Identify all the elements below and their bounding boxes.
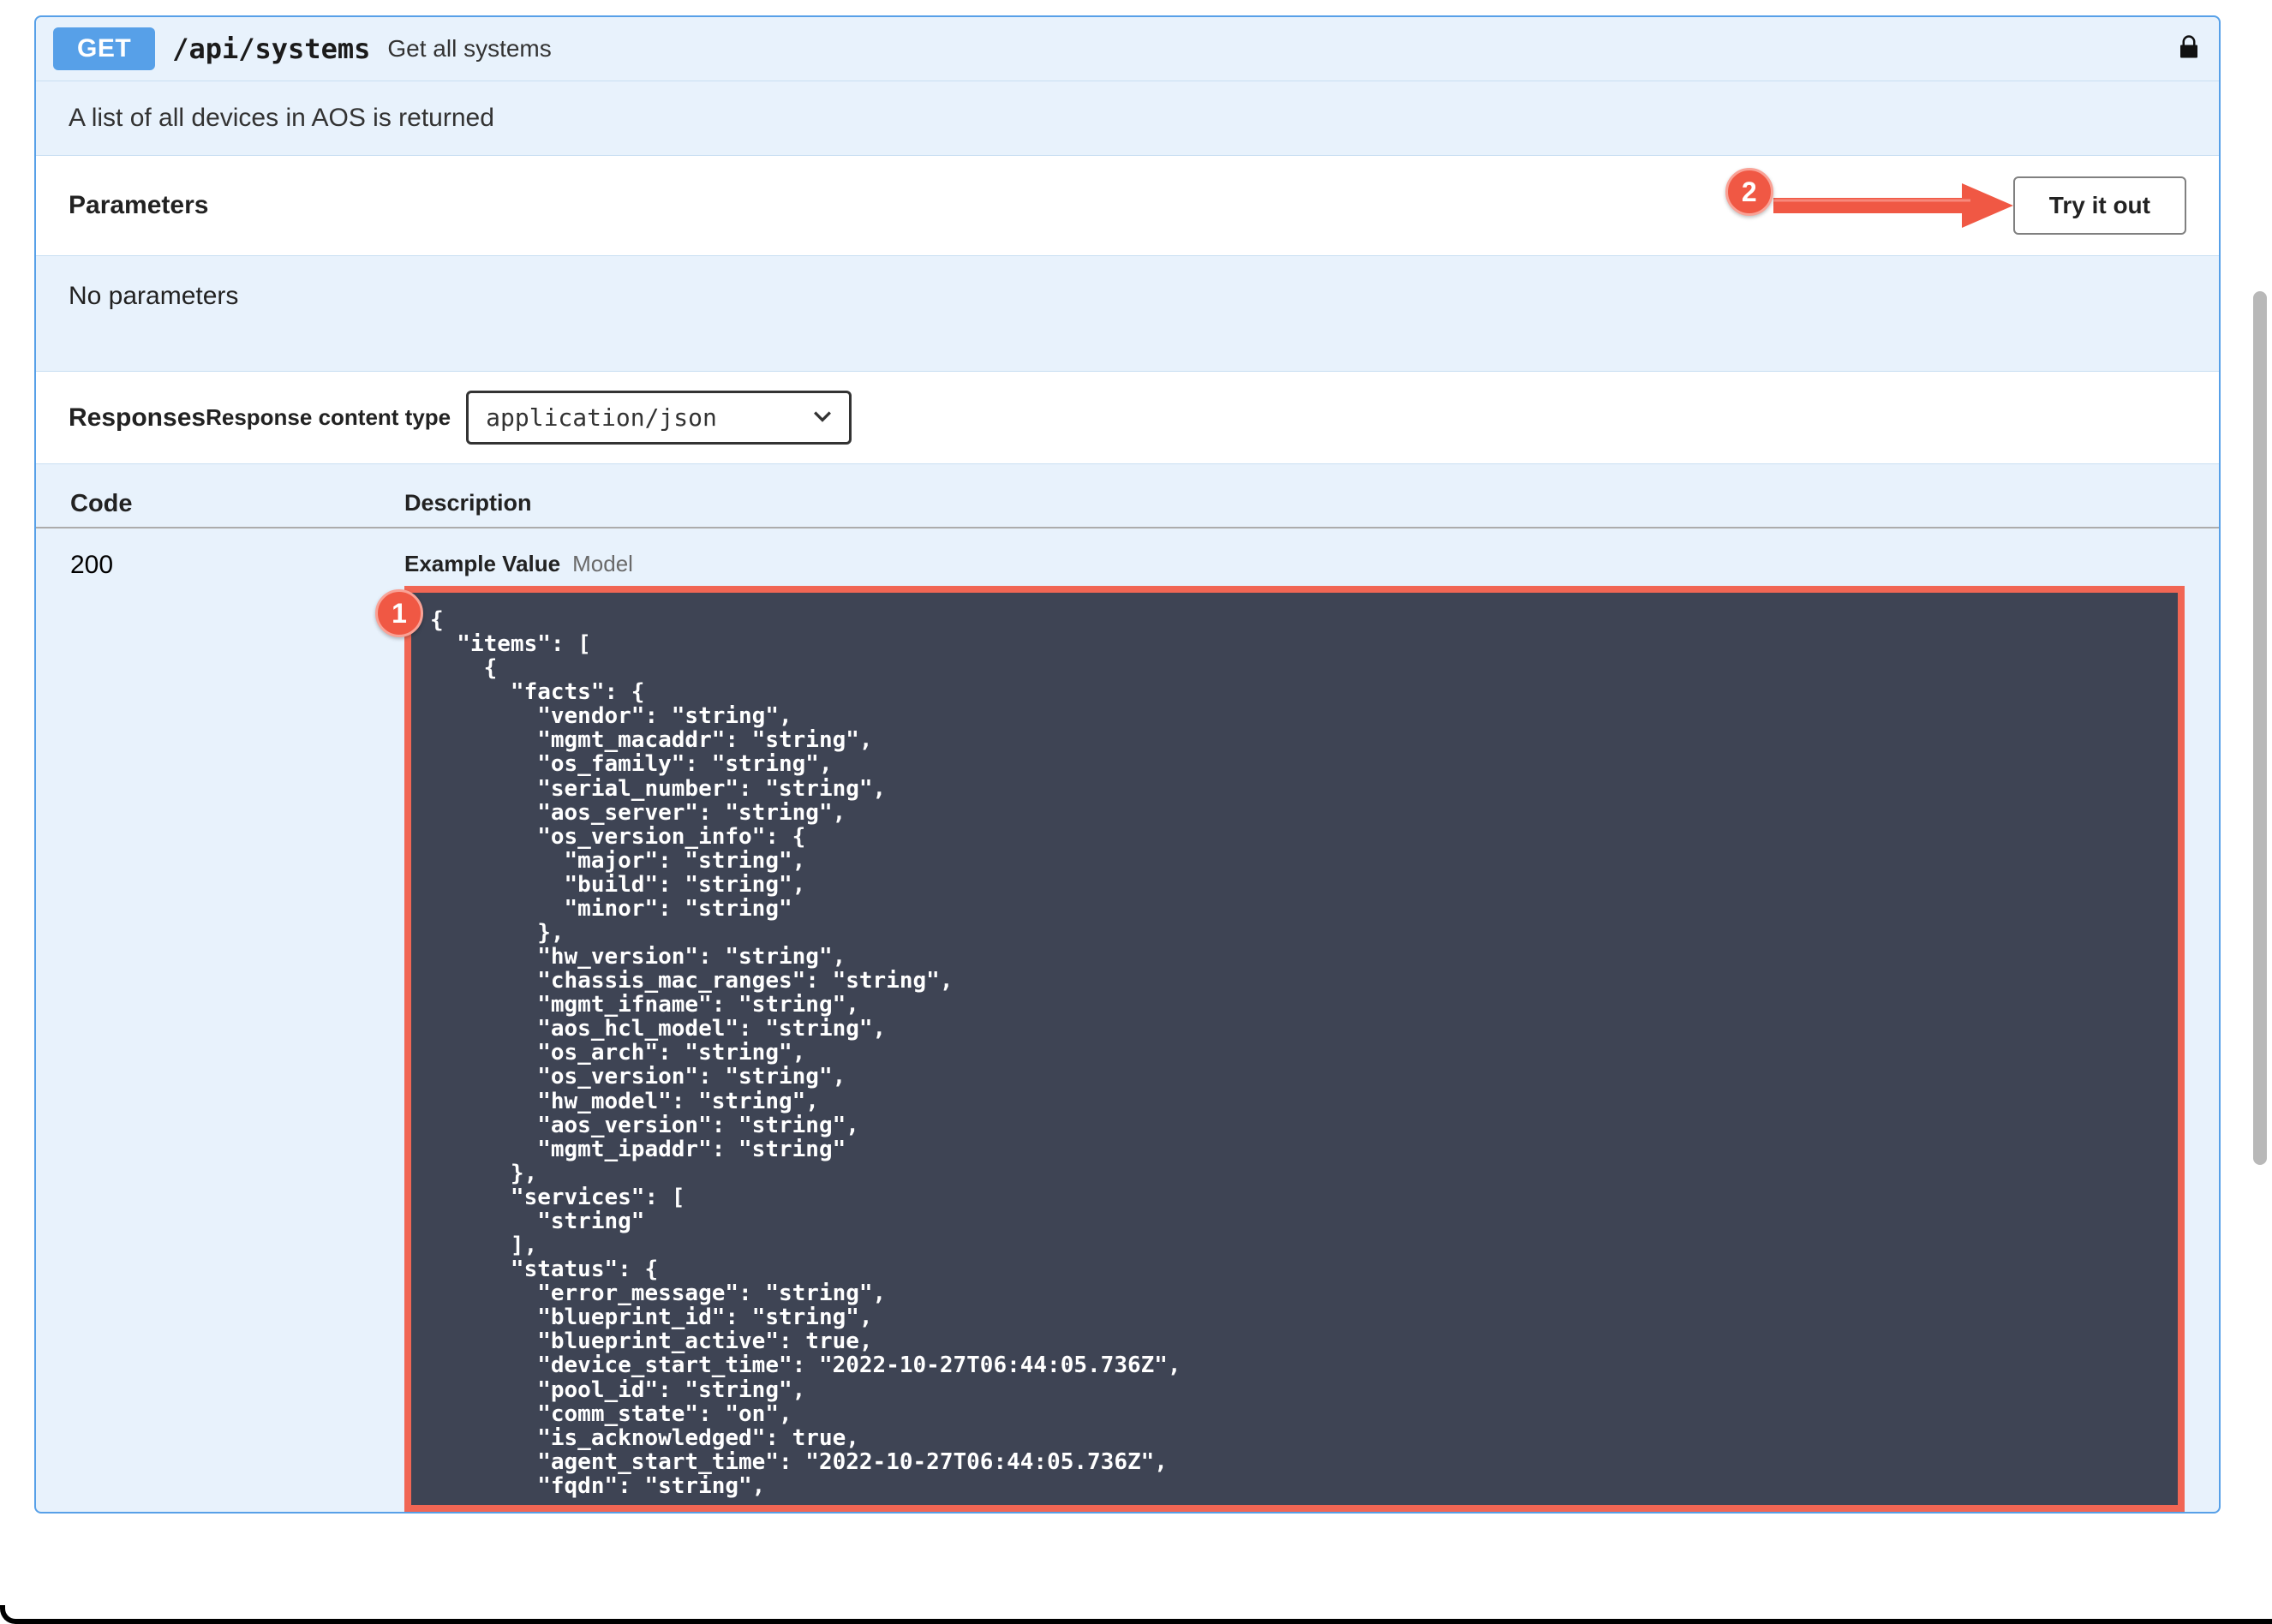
content-type-select[interactable]: application/json [466, 391, 852, 445]
responses-title: Responses [69, 403, 206, 433]
response-code: 200 [70, 551, 404, 1512]
content-type-value: application/json [486, 403, 717, 432]
no-parameters-text: No parameters [36, 256, 2219, 371]
operation-header[interactable]: GET /api/systems Get all systems [36, 17, 2219, 81]
http-method-badge: GET [53, 27, 155, 70]
example-tabs: Example Value Model [404, 551, 2185, 577]
responses-bar: Responses Response content type applicat… [36, 371, 2219, 464]
response-table-header: Code Description [36, 464, 2219, 528]
scrollbar-track[interactable] [2251, 0, 2269, 1624]
window-corner [0, 1605, 2272, 1624]
try-it-out-button[interactable]: Try it out [2013, 176, 2186, 235]
tab-model[interactable]: Model [572, 551, 633, 577]
parameters-bar: Parameters 2 Try it out [36, 155, 2219, 256]
operation-description: A list of all devices in AOS is returned [36, 81, 2219, 155]
column-header-description: Description [404, 490, 532, 518]
example-value-code[interactable]: { "items": [ { "facts": { "vendor": "str… [404, 586, 2185, 1512]
tab-example-value[interactable]: Example Value [404, 551, 560, 577]
endpoint-path: /api/systems [172, 33, 370, 65]
scrollbar-thumb[interactable] [2253, 291, 2267, 1165]
response-row: 200 Example Value Model 1 { "items": [ {… [36, 528, 2219, 1512]
annotation-arrow-2: 2 [1773, 180, 2013, 231]
parameters-title: Parameters [69, 191, 208, 220]
chevron-down-icon [813, 403, 832, 432]
column-header-code: Code [70, 490, 404, 518]
lock-icon[interactable] [2176, 34, 2202, 64]
annotation-marker-2: 2 [1725, 168, 1773, 216]
response-content-type-label: Response content type [206, 404, 451, 431]
endpoint-summary: Get all systems [387, 35, 551, 63]
annotation-marker-1: 1 [375, 589, 423, 637]
operation-card: GET /api/systems Get all systems A list … [34, 15, 2221, 1514]
